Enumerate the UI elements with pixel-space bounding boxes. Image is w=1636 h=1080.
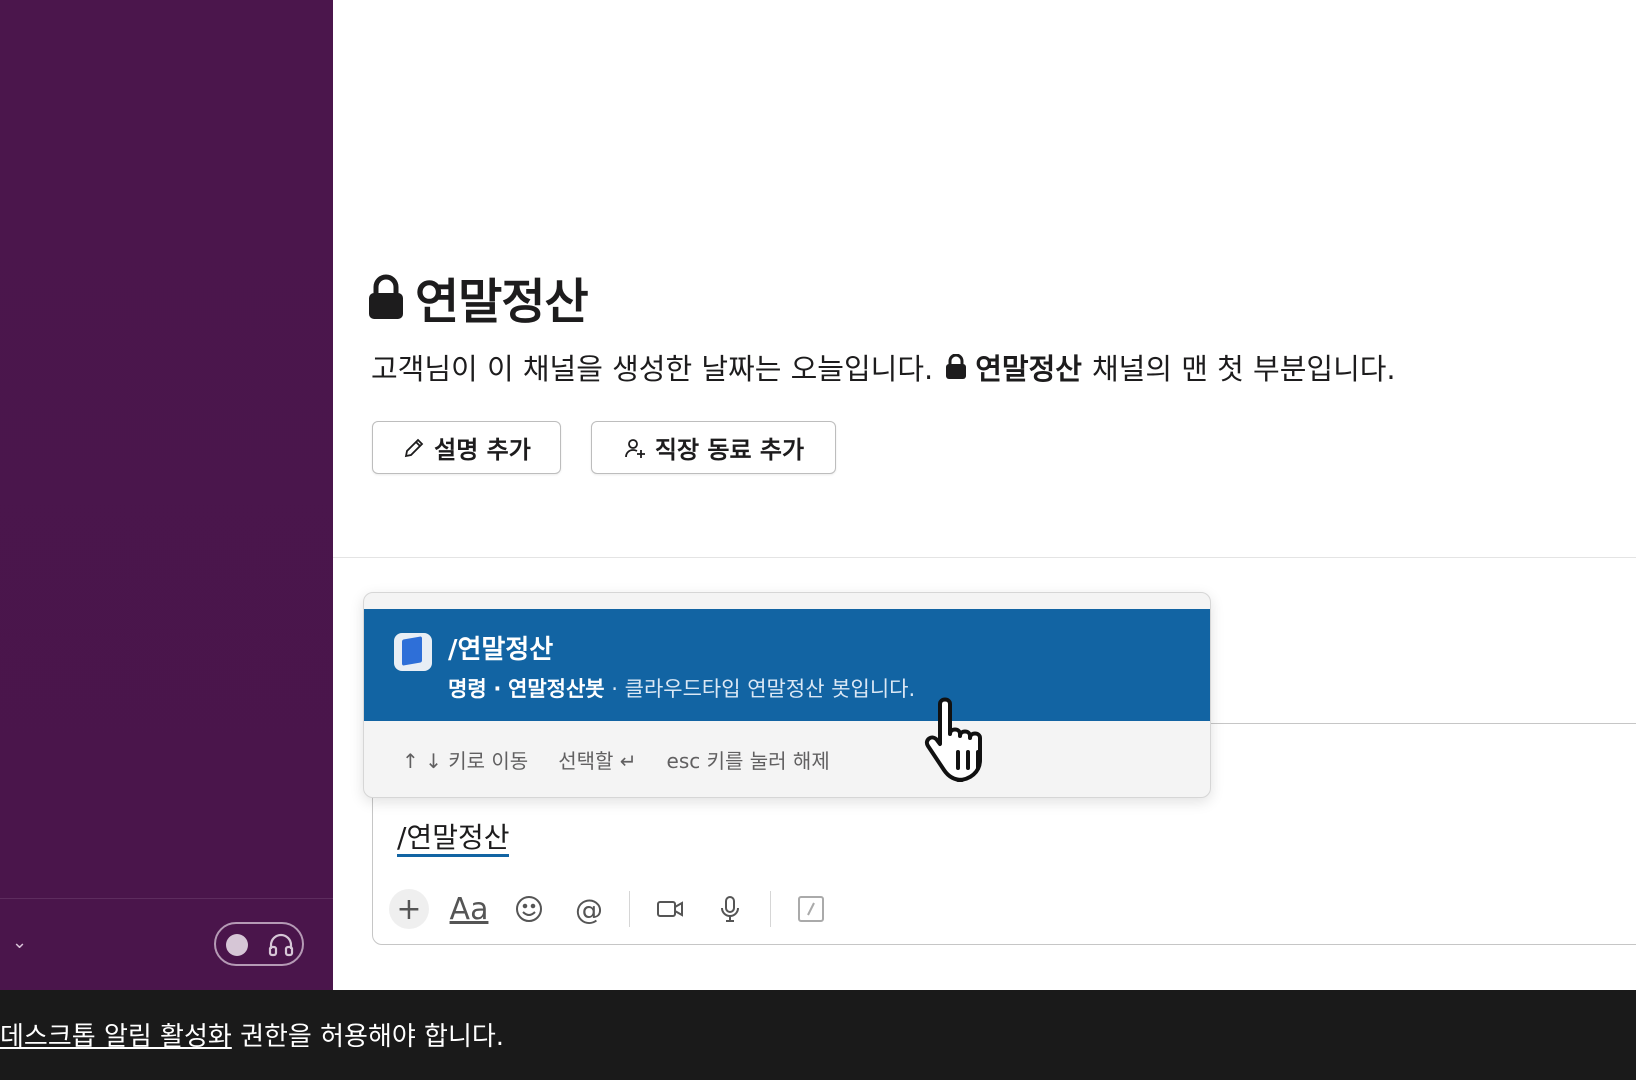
toggle-knob: [226, 934, 248, 956]
channel-name: 연말정산: [415, 274, 589, 330]
toolbar-separator: [770, 891, 771, 927]
channel-main: 연말정산 고객님이 이 채널을 생성한 날짜는 오늘입니다. 연말정산 채널의 …: [333, 0, 1636, 990]
hint-dismiss: esc 키를 눌러 해제: [666, 749, 830, 773]
command-description: · 클라우드타입 연말정산 봇입니다.: [611, 677, 916, 701]
divider: [333, 557, 1636, 558]
audio-clip-button[interactable]: [710, 889, 750, 929]
composer-toolbar: + Aa @: [389, 884, 831, 934]
notification-text: 데스크톱 알림 활성화 권한을 허용해야 합니다.: [0, 1016, 504, 1053]
sidebar: ⌄: [0, 0, 333, 990]
hand-pointer-cursor-icon: [925, 697, 982, 782]
keyboard-hints: ↑ ↓ 키로 이동 선택할 ↵ esc 키를 눌러 해제: [402, 745, 830, 774]
channel-intro: 고객님이 이 채널을 생성한 날짜는 오늘입니다. 연말정산 채널의 맨 첫 부…: [371, 346, 1396, 388]
microphone-icon: [721, 896, 739, 922]
lock-icon: [946, 354, 967, 379]
add-description-label: 설명 추가: [434, 436, 531, 464]
notification-banner: 데스크톱 알림 활성화 권한을 허용해야 합니다.: [0, 990, 1636, 1080]
pencil-icon: [405, 438, 424, 457]
meta-separator: ·: [493, 677, 502, 701]
headphones-icon: [268, 933, 294, 957]
hint-select: 선택할 ↵: [558, 749, 637, 773]
chevron-down-icon[interactable]: ⌄: [12, 932, 27, 953]
video-clip-button[interactable]: [650, 889, 690, 929]
format-button[interactable]: Aa: [449, 889, 489, 929]
hint-navigate: ↑ ↓ 키로 이동: [402, 749, 529, 773]
intro-suffix: 채널의 맨 첫 부분입니다.: [1091, 352, 1396, 386]
huddle-toggle[interactable]: [214, 922, 304, 966]
enable-notifications-link[interactable]: 데스크톱 알림 활성화: [0, 1022, 232, 1052]
slash-command-autocomplete: /연말정산 명령 · 연말정산봇 · 클라우드타입 연말정산 봇입니다. ↑ ↓…: [363, 592, 1211, 798]
message-input[interactable]: /연말정산: [397, 816, 510, 857]
intro-channel-name[interactable]: 연말정산: [975, 346, 1082, 388]
add-coworkers-label: 직장 동료 추가: [654, 436, 805, 464]
notification-rest: 권한을 허용해야 합니다.: [231, 1022, 505, 1052]
shortcuts-button[interactable]: [791, 889, 831, 929]
toolbar-separator: [629, 891, 630, 927]
video-icon: [657, 901, 683, 917]
attach-plus-button[interactable]: +: [389, 889, 429, 929]
channel-title: 연말정산: [367, 262, 589, 332]
bot-app-icon: [394, 633, 432, 671]
message-text: /연말정산: [397, 821, 510, 857]
lock-icon: [369, 274, 403, 319]
add-description-button[interactable]: 설명 추가: [372, 421, 561, 474]
emoji-icon: [516, 896, 542, 922]
command-name: /연말정산: [448, 635, 554, 665]
mention-button[interactable]: @: [569, 889, 609, 929]
command-meta: 명령 · 연말정산봇 · 클라우드타입 연말정산 봇입니다.: [448, 673, 915, 703]
autocomplete-option-selected[interactable]: /연말정산 명령 · 연말정산봇 · 클라우드타입 연말정산 봇입니다.: [364, 609, 1210, 721]
add-user-icon: [624, 438, 645, 458]
intro-prefix: 고객님이 이 채널을 생성한 날짜는 오늘입니다.: [371, 352, 934, 386]
bot-name: 연말정산봇: [508, 677, 605, 701]
emoji-button[interactable]: [509, 889, 549, 929]
command-type: 명령: [448, 677, 487, 701]
slash-command-icon: [798, 896, 824, 922]
add-coworkers-button[interactable]: 직장 동료 추가: [591, 421, 836, 474]
